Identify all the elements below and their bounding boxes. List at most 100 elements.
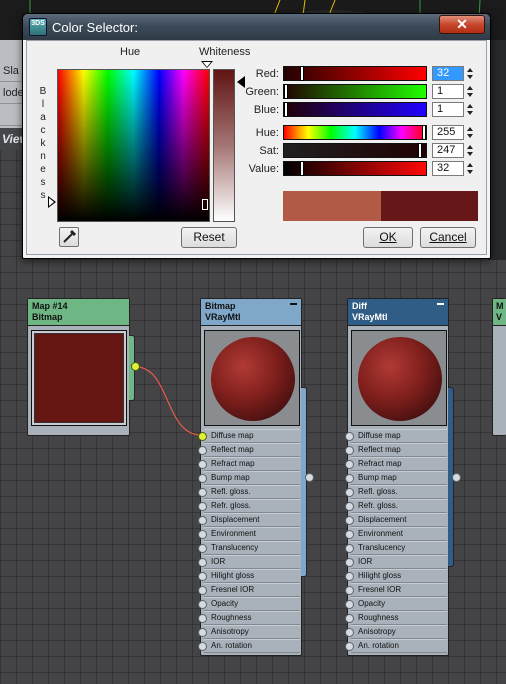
node-map14-output-socket[interactable] xyxy=(131,362,140,371)
slot-fresnel-ior[interactable]: Fresnel IOR xyxy=(345,583,447,597)
slot-socket[interactable] xyxy=(345,586,354,595)
slot-socket[interactable] xyxy=(345,432,354,441)
slot-socket[interactable] xyxy=(198,446,207,455)
slot-socket[interactable] xyxy=(198,460,207,469)
green-slider-thumb[interactable] xyxy=(284,84,288,99)
slot-reflect-map[interactable]: Reflect map xyxy=(345,443,447,457)
slot-socket[interactable] xyxy=(198,572,207,581)
slot-ior[interactable]: IOR xyxy=(198,555,300,569)
value-spinner-icon[interactable] xyxy=(465,161,477,176)
slot-fresnel-ior[interactable]: Fresnel IOR xyxy=(198,583,300,597)
slot-an-rotation[interactable]: An. rotation xyxy=(345,639,447,653)
blue-spinner-icon[interactable] xyxy=(465,102,477,117)
red-slider-thumb[interactable] xyxy=(300,66,304,81)
cancel-button[interactable]: Cancel xyxy=(420,227,476,248)
slot-socket[interactable] xyxy=(345,474,354,483)
slot-socket[interactable] xyxy=(345,642,354,651)
slot-socket[interactable] xyxy=(198,544,207,553)
slot-socket[interactable] xyxy=(345,572,354,581)
slot-refl-gloss[interactable]: Refl. gloss. xyxy=(198,485,300,499)
slot-socket[interactable] xyxy=(198,586,207,595)
slot-socket[interactable] xyxy=(198,600,207,609)
close-button[interactable]: ✕ xyxy=(439,15,485,34)
red-spinner-icon[interactable] xyxy=(465,66,477,81)
slot-socket[interactable] xyxy=(198,432,207,441)
node-diff-header[interactable]: Diff VRayMtl xyxy=(348,299,448,326)
blue-slider-thumb[interactable] xyxy=(284,102,288,117)
slot-socket[interactable] xyxy=(345,488,354,497)
slot-socket[interactable] xyxy=(345,516,354,525)
picker-cursor-icon[interactable] xyxy=(202,199,208,210)
slot-socket[interactable] xyxy=(198,558,207,567)
slot-socket[interactable] xyxy=(345,628,354,637)
slot-socket[interactable] xyxy=(198,614,207,623)
slot-translucency[interactable]: Translucency xyxy=(345,541,447,555)
slot-socket[interactable] xyxy=(345,544,354,553)
slot-socket[interactable] xyxy=(198,488,207,497)
slot-displacement[interactable]: Displacement xyxy=(198,513,300,527)
value-slider-thumb[interactable] xyxy=(300,161,304,176)
node-bitmap-header[interactable]: Bitmap VRayMtl xyxy=(201,299,301,326)
slot-an-rotation[interactable]: An. rotation xyxy=(198,639,300,653)
minimize-icon[interactable] xyxy=(290,303,297,305)
node-diff-vraymtl[interactable]: Diff VRayMtl Diffuse map Reflect map Refr… xyxy=(345,298,454,656)
slot-bump-map[interactable]: Bump map xyxy=(345,471,447,485)
slot-socket[interactable] xyxy=(198,516,207,525)
red-slider[interactable] xyxy=(283,66,427,81)
reset-button[interactable]: Reset xyxy=(181,227,237,248)
red-value-input[interactable]: 32 xyxy=(432,66,464,81)
slot-socket[interactable] xyxy=(198,530,207,539)
slot-socket[interactable] xyxy=(198,474,207,483)
node-map14-header[interactable]: Map #14 Bitmap xyxy=(28,299,129,326)
slot-ior[interactable]: IOR xyxy=(345,555,447,569)
slot-opacity[interactable]: Opacity xyxy=(198,597,300,611)
green-spinner-icon[interactable] xyxy=(465,84,477,99)
node-bitmap-vraymtl[interactable]: Bitmap VRayMtl Diffuse map Reflect map Re… xyxy=(198,298,307,656)
blue-value-input[interactable]: 1 xyxy=(432,102,464,117)
slot-socket[interactable] xyxy=(345,502,354,511)
slot-anisotropy[interactable]: Anisotropy xyxy=(345,625,447,639)
eyedropper-button[interactable] xyxy=(59,227,79,247)
node-partial-header[interactable]: MV xyxy=(493,299,506,326)
slot-socket[interactable] xyxy=(345,614,354,623)
original-color-swatch[interactable] xyxy=(381,191,478,221)
slot-refr-gloss[interactable]: Refr. gloss. xyxy=(198,499,300,513)
slot-translucency[interactable]: Translucency xyxy=(198,541,300,555)
node-bitmap-output-socket[interactable] xyxy=(305,473,314,482)
slot-bump-map[interactable]: Bump map xyxy=(198,471,300,485)
sat-spinner-icon[interactable] xyxy=(465,143,477,158)
slot-socket[interactable] xyxy=(345,558,354,567)
color-selector-dialog[interactable]: 3DS Color Selector: ✕ Hue Whiteness Blac… xyxy=(22,13,491,259)
sat-slider-thumb[interactable] xyxy=(418,143,422,158)
slot-reflect-map[interactable]: Reflect map xyxy=(198,443,300,457)
node-diff-output-socket[interactable] xyxy=(452,473,461,482)
node-map14[interactable]: Map #14 Bitmap xyxy=(27,298,135,436)
sat-slider[interactable] xyxy=(283,143,427,158)
node-partial[interactable]: MV xyxy=(492,298,506,436)
green-slider[interactable] xyxy=(283,84,427,99)
green-value-input[interactable]: 1 xyxy=(432,84,464,99)
hue-value-input[interactable]: 255 xyxy=(432,125,464,140)
value-value-input[interactable]: 32 xyxy=(432,161,464,176)
slot-environment[interactable]: Environment xyxy=(198,527,300,541)
slot-refl-gloss[interactable]: Refl. gloss. xyxy=(345,485,447,499)
slot-roughness[interactable]: Roughness xyxy=(198,611,300,625)
slot-diffuse-map[interactable]: Diffuse map xyxy=(345,429,447,443)
slot-refract-map[interactable]: Refract map xyxy=(198,457,300,471)
slot-socket[interactable] xyxy=(198,642,207,651)
slot-socket[interactable] xyxy=(345,446,354,455)
slot-environment[interactable]: Environment xyxy=(345,527,447,541)
hue-slider[interactable] xyxy=(283,125,427,140)
slot-roughness[interactable]: Roughness xyxy=(345,611,447,625)
wire-map14-to-diffuse[interactable] xyxy=(135,366,202,436)
slot-anisotropy[interactable]: Anisotropy xyxy=(198,625,300,639)
sat-value-input[interactable]: 247 xyxy=(432,143,464,158)
slot-socket[interactable] xyxy=(345,530,354,539)
slot-hilight-gloss[interactable]: Hilight gloss xyxy=(198,569,300,583)
slot-opacity[interactable]: Opacity xyxy=(345,597,447,611)
slot-socket[interactable] xyxy=(345,600,354,609)
dialog-titlebar[interactable]: 3DS Color Selector: ✕ xyxy=(23,14,490,40)
slot-socket[interactable] xyxy=(198,628,207,637)
slot-displacement[interactable]: Displacement xyxy=(345,513,447,527)
ok-button[interactable]: OK xyxy=(363,227,413,248)
